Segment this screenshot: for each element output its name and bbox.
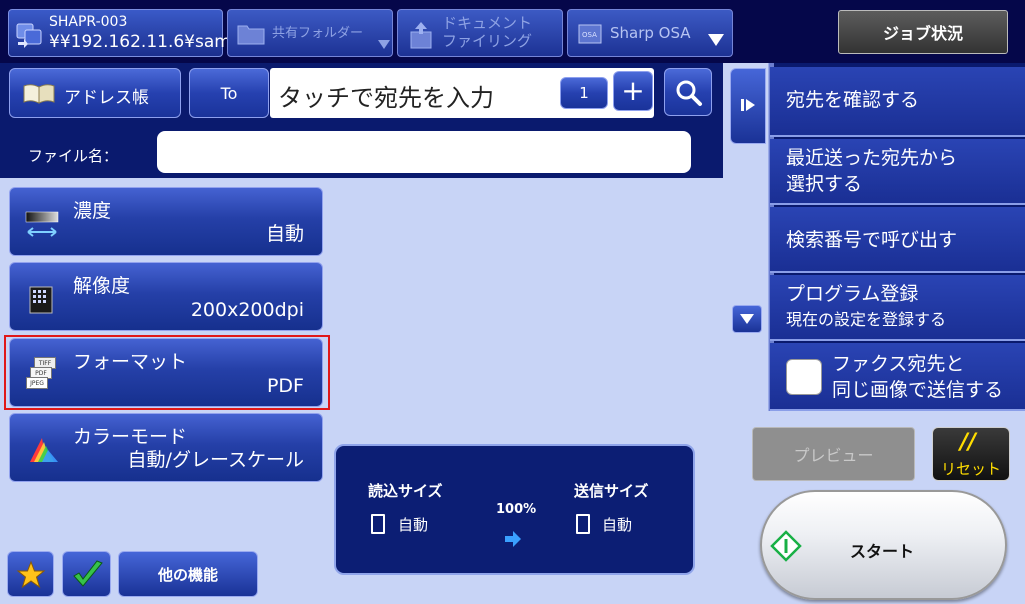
destination-name: SHAPR-003 bbox=[49, 14, 128, 30]
destination-path: ¥¥192.162.11.6¥sample bbox=[49, 32, 257, 52]
arrow-right-icon bbox=[505, 531, 521, 547]
color-mode-setting-button[interactable]: カラーモード 自動/グレースケール bbox=[9, 413, 323, 482]
ratio-value: 100% bbox=[496, 502, 537, 517]
preview-button[interactable]: プレビュー bbox=[752, 427, 915, 481]
document-icon bbox=[576, 514, 590, 534]
resolution-setting-button[interactable]: 解像度 200x200dpi bbox=[9, 262, 323, 331]
document-filing-label-1: ドキュメント bbox=[442, 14, 533, 32]
reset-icon: // bbox=[960, 430, 977, 455]
to-button[interactable]: To bbox=[189, 68, 269, 118]
start-button[interactable]: スタート bbox=[760, 490, 1007, 600]
size-panel[interactable]: 読込サイズ 自動 100% 送信サイズ 自動 bbox=[334, 444, 695, 575]
chevron-down-icon bbox=[740, 314, 754, 324]
svg-text:OSA: OSA bbox=[582, 31, 597, 39]
destination-summary-button[interactable]: SHAPR-003 ¥¥192.162.11.6¥sample bbox=[8, 9, 257, 57]
add-destination-button[interactable]: + bbox=[613, 71, 653, 111]
sharp-osa-label: Sharp OSA bbox=[610, 24, 691, 42]
fax-same-image-item[interactable]: ファクス宛先と 同じ画像で送信する bbox=[770, 343, 1025, 411]
document-filing-icon bbox=[410, 22, 432, 49]
density-title: 濃度 bbox=[73, 200, 112, 222]
document-icon bbox=[371, 514, 385, 534]
document-filing-label-2: ファイリング bbox=[442, 32, 533, 50]
multi-destination-icon bbox=[16, 23, 42, 48]
resolution-icon bbox=[29, 286, 53, 314]
fax-same-image-label-2: 同じ画像で送信する bbox=[832, 379, 1004, 401]
search-number-item[interactable]: 検索番号で呼び出す bbox=[770, 207, 1025, 273]
checkmark-icon bbox=[73, 560, 103, 587]
read-size-label: 読込サイズ bbox=[368, 482, 443, 500]
sharp-osa-button[interactable]: OSA Sharp OSA bbox=[567, 9, 733, 57]
start-diamond-icon bbox=[770, 530, 802, 562]
reset-button[interactable]: // リセット bbox=[932, 427, 1010, 481]
send-size-label: 送信サイズ bbox=[574, 482, 649, 500]
search-number-label: 検索番号で呼び出す bbox=[786, 229, 958, 251]
selection-highlight bbox=[4, 335, 330, 410]
address-book-button[interactable]: アドレス帳 bbox=[9, 68, 181, 118]
send-size-value: 自動 bbox=[602, 516, 633, 534]
folder-icon bbox=[237, 25, 265, 45]
star-icon bbox=[16, 560, 46, 589]
destination-count-badge: 1 bbox=[560, 77, 608, 109]
start-label: スタート bbox=[850, 542, 915, 561]
read-size-value: 自動 bbox=[398, 516, 429, 534]
program-register-item[interactable]: プログラム登録 現在の設定を登録する bbox=[770, 275, 1025, 341]
filename-input[interactable] bbox=[157, 131, 691, 173]
favorite-button[interactable] bbox=[7, 551, 54, 597]
osa-icon: OSA bbox=[578, 24, 602, 44]
search-button[interactable] bbox=[664, 68, 712, 116]
confirm-destination-item[interactable]: 宛先を確認する bbox=[770, 67, 1025, 137]
check-button[interactable] bbox=[62, 551, 111, 597]
recent-destination-item[interactable]: 最近送った宛先から 選択する bbox=[770, 139, 1025, 205]
panel-scroll-down-button[interactable] bbox=[732, 305, 762, 333]
color-mode-value: 自動/グレースケール bbox=[127, 449, 304, 471]
search-icon bbox=[676, 80, 702, 106]
address-book-label: アドレス帳 bbox=[64, 88, 149, 108]
resolution-title: 解像度 bbox=[73, 275, 131, 297]
confirm-destination-label: 宛先を確認する bbox=[786, 89, 920, 111]
other-functions-button[interactable]: 他の機能 bbox=[118, 551, 258, 597]
fax-same-image-checkbox[interactable] bbox=[786, 359, 822, 395]
density-value: 自動 bbox=[265, 223, 304, 245]
job-status-button[interactable]: ジョブ状況 bbox=[838, 10, 1008, 54]
recent-destination-label-2: 選択する bbox=[786, 173, 863, 195]
shared-folder-label: 共有フォルダー bbox=[272, 26, 364, 41]
destination-input-placeholder: タッチで宛先を入力 bbox=[278, 84, 494, 112]
color-mode-icon bbox=[30, 438, 58, 462]
panel-collapse-icon bbox=[741, 99, 755, 111]
recent-destination-label-1: 最近送った宛先から bbox=[786, 147, 958, 169]
resolution-value: 200x200dpi bbox=[190, 299, 304, 321]
document-filing-button[interactable]: ドキュメント ファイリング bbox=[397, 9, 563, 57]
program-register-sublabel: 現在の設定を登録する bbox=[786, 310, 947, 329]
shared-folder-button[interactable]: 共有フォルダー bbox=[227, 9, 393, 57]
filename-label: ファイル名： bbox=[28, 147, 119, 165]
chevron-down-icon bbox=[708, 34, 724, 46]
reset-label: リセット bbox=[941, 460, 1002, 478]
fax-same-image-label-1: ファクス宛先と bbox=[832, 353, 965, 375]
chevron-down-icon bbox=[378, 40, 390, 49]
density-setting-button[interactable]: 濃度 自動 bbox=[9, 187, 323, 256]
program-register-label: プログラム登録 bbox=[786, 283, 919, 305]
open-book-icon bbox=[23, 84, 55, 104]
panel-toggle-tab[interactable] bbox=[730, 68, 766, 144]
density-icon bbox=[25, 211, 59, 237]
